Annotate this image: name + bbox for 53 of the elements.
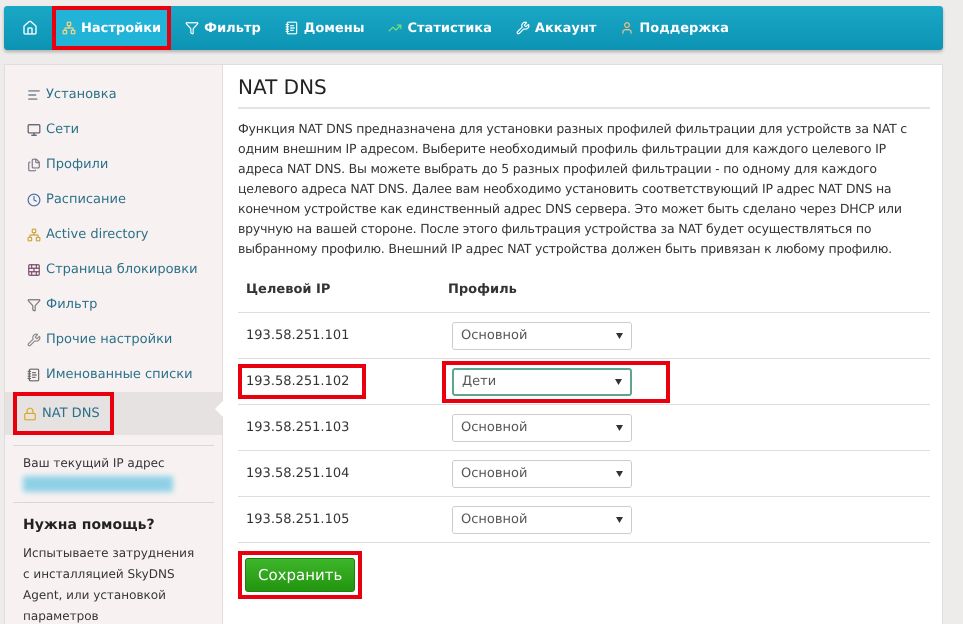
ip-cell-text: 193.58.251.103: [245, 419, 350, 437]
sidebar-item-icon: [27, 122, 41, 136]
sidebar-item[interactable]: Active directory: [13, 217, 159, 252]
sidebar-item-icon: [27, 228, 41, 242]
nav-icon: [62, 21, 76, 35]
ip-cell-text: 193.58.251.102: [245, 373, 350, 391]
column-header: Профиль: [447, 282, 518, 297]
column-header: Целевой IP: [245, 282, 332, 297]
nav-tab[interactable]: Аккаунт: [510, 10, 602, 46]
caret-icon: [616, 516, 623, 522]
sidebar-item-icon: [27, 262, 41, 276]
profile-select[interactable]: Основной: [452, 322, 632, 350]
page-title: NAT DNS: [238, 75, 930, 109]
nav-icon: [185, 21, 200, 35]
caret-icon: [615, 378, 622, 384]
sidebar-item[interactable]: Установка: [13, 77, 127, 112]
home-icon: [22, 20, 38, 36]
ip-cell-text: 193.58.251.105: [245, 511, 350, 529]
save-button[interactable]: Сохранить: [245, 558, 356, 592]
profile-select[interactable]: Основной: [452, 414, 632, 442]
sidebar-item[interactable]: Расписание: [13, 182, 136, 217]
nav-icon: [284, 21, 299, 35]
sidebar-item[interactable]: Именованные списки: [13, 357, 203, 392]
caret-icon: [616, 332, 623, 338]
nav-icon: [620, 21, 634, 35]
ip-label: Ваш текущий IP адрес: [22, 456, 166, 470]
nav-tab[interactable]: Статистика: [382, 10, 498, 46]
sidebar-item-icon: [27, 192, 41, 206]
caret-icon: [616, 470, 623, 476]
profile-select[interactable]: Основной: [452, 506, 632, 534]
sidebar-item[interactable]: Страница блокировки: [13, 252, 208, 287]
profile-select[interactable]: Основной: [452, 460, 632, 488]
sidebar-item-icon: [27, 88, 41, 102]
ip-cell-text: 193.58.251.104: [245, 465, 350, 483]
nav-tab[interactable]: Поддержка: [614, 10, 735, 46]
sidebar-item-icon: [27, 298, 41, 312]
nav-icon: [516, 21, 530, 35]
ip-cell-text: 193.58.251.101: [245, 327, 350, 345]
profile-select[interactable]: Дети: [452, 368, 632, 396]
sidebar-item-icon: [27, 368, 41, 382]
sidebar-item[interactable]: Прочие настройки: [13, 322, 182, 357]
sidebar-item-icon: [27, 158, 41, 172]
help-text: Испытываете затруднения с инсталляцией SkyDNS Agent, или установкой параметров: [22, 545, 196, 624]
sidebar-item[interactable]: Сети: [13, 112, 90, 147]
sidebar-item-icon: [23, 406, 37, 420]
help-title: Нужна помощь?: [22, 516, 156, 535]
nav-tab[interactable]: Фильтр: [179, 10, 267, 46]
caret-icon: [616, 424, 623, 430]
description-text: Функция NAT DNS предназначена для установки разных профилей фильтрации для устройств за NAT с одним внешним IP адресом. Выберите необходимый профиль фильтрации для каждого целевого IP адреса NAT DNS. Вы можете выбрать до 5 разных профилей фильтрации - по одному для каждого целевого адреса NAT DNS. Далее вам необходимо установить соответствующий IP адрес NAT DNS на конечном устройстве как единственный адрес DNS сервера. Это может быть сделано через DHCP или вручную на вашей стороне. После этого фильтрация устройства за NAT будет осуществляться по выбранному профилю. Внешний IP адрес NAT устройства должен быть привязан к любому профилю.: [238, 120, 908, 258]
sidebar-item-icon: [27, 332, 41, 346]
sidebar-item[interactable]: Фильтр: [13, 287, 108, 322]
sidebar-item[interactable]: Профили: [13, 147, 118, 182]
nav-tab[interactable]: Домены: [278, 10, 370, 46]
